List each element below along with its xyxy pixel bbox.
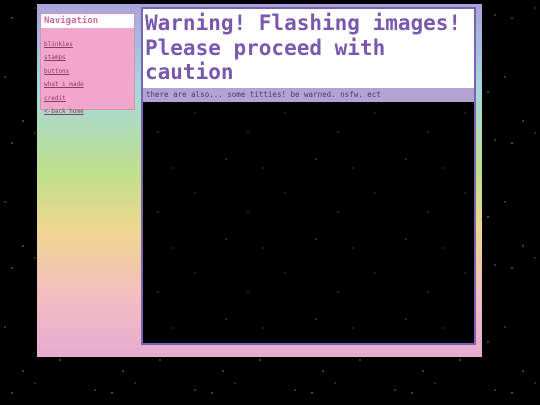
content-area: [143, 102, 474, 341]
nav-link-back-home[interactable]: <-back home: [44, 108, 84, 115]
nav-item-stamps: stamps: [44, 44, 134, 61]
layout-container: Navigation blinkies stamps buttons what …: [37, 4, 482, 357]
nav-item-blinkies: blinkies: [44, 31, 134, 48]
nav-item-what-i-made: what i made: [44, 71, 134, 88]
nav-item-credit: credit: [44, 85, 134, 102]
main-content: Warning! Flashing images! Please proceed…: [141, 7, 476, 345]
nav-item-buttons: buttons: [44, 58, 134, 75]
warning-heading: Warning! Flashing images! Please proceed…: [143, 9, 474, 88]
nsfw-note: there are also... some titties! be warne…: [143, 88, 474, 102]
nav-item-back-home: <-back home: [44, 98, 134, 115]
navigation-title: Navigation: [41, 14, 134, 28]
navigation-sidebar: Navigation blinkies stamps buttons what …: [40, 13, 135, 115]
navigation-list: blinkies stamps buttons what i made cred…: [41, 28, 134, 115]
